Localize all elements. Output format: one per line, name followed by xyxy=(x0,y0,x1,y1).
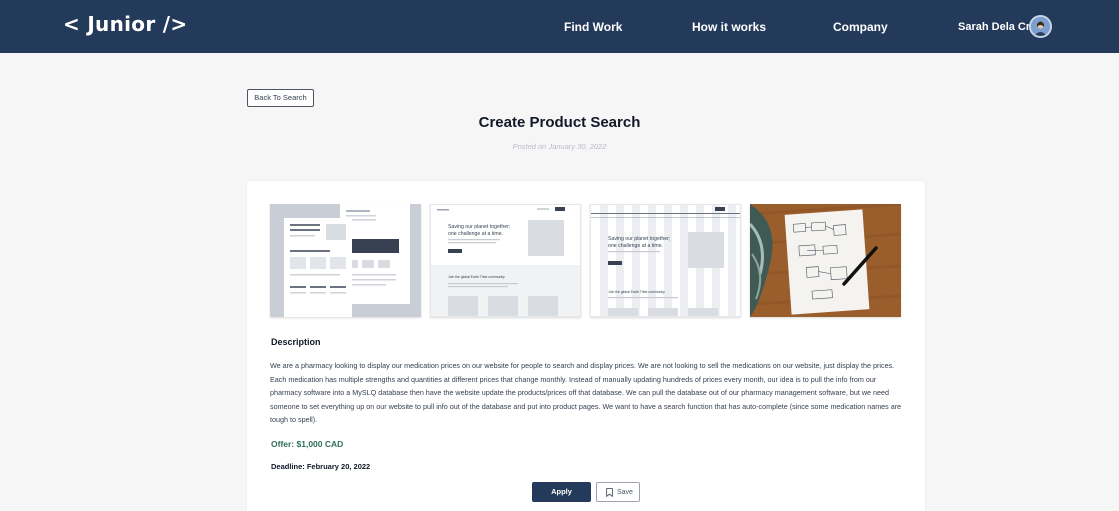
description-heading: Description xyxy=(271,337,321,347)
gallery-image-4[interactable] xyxy=(750,204,901,317)
save-button[interactable]: Save xyxy=(596,482,640,502)
posted-date: Posted on January 30, 2022 xyxy=(512,142,607,151)
thumb2-headline-2: one challenge at a time. xyxy=(448,231,503,237)
bookmark-icon xyxy=(606,488,613,499)
page-title: Create Product Search xyxy=(478,114,641,131)
thumb3-headline-2: one challenge at a time. xyxy=(608,243,663,249)
gallery-image-2[interactable]: Saving our planet together; one challeng… xyxy=(430,204,581,317)
offer-amount: Offer: $1,000 CAD xyxy=(271,439,344,449)
thumb2-community: Join the global Earth Tribe community xyxy=(448,275,505,279)
save-label: Save xyxy=(617,489,633,496)
top-navbar: < Junior /> Find Work How it works Compa… xyxy=(0,0,1119,53)
deadline: Deadline: February 20, 2022 xyxy=(271,462,371,471)
thumb3-headline-1: Saving our planet together; xyxy=(608,236,670,242)
thumb3-community: Join the global Earth Tribe community xyxy=(608,290,665,294)
description-text: We are a pharmacy looking to display our… xyxy=(270,361,902,425)
gallery-image-1[interactable] xyxy=(270,204,421,317)
thumb2-headline-1: Saving our planet together; xyxy=(448,224,510,230)
job-card: Saving our planet together; one challeng… xyxy=(247,181,925,511)
nav-find-work[interactable]: Find Work xyxy=(564,20,622,34)
user-avatar[interactable] xyxy=(1029,15,1052,38)
nav-how-it-works[interactable]: How it works xyxy=(692,20,766,34)
gallery-image-3[interactable]: Saving our planet together; one challeng… xyxy=(590,204,741,317)
back-to-search-button[interactable]: Back To Search xyxy=(247,89,314,107)
apply-button[interactable]: Apply xyxy=(532,482,591,502)
nav-company[interactable]: Company xyxy=(833,20,888,34)
site-logo[interactable]: < Junior /> xyxy=(63,12,187,36)
